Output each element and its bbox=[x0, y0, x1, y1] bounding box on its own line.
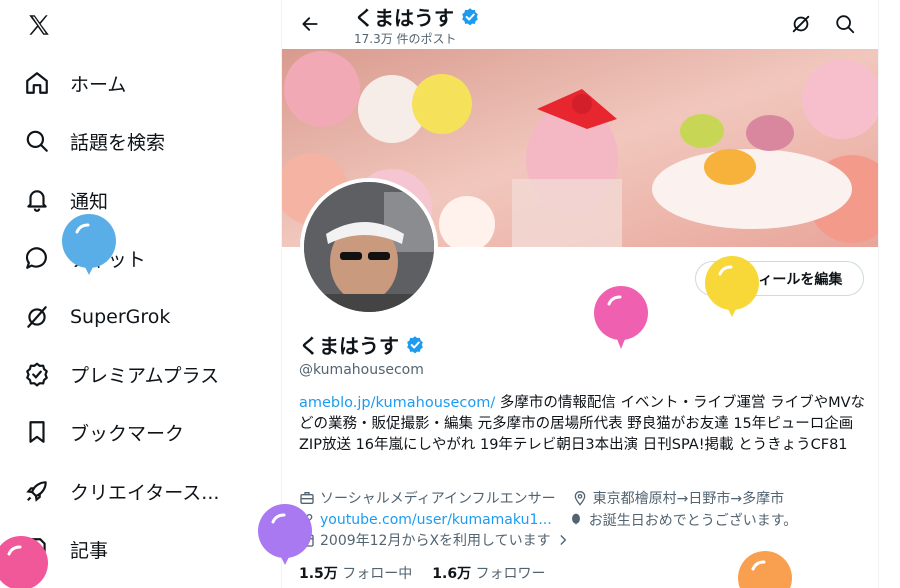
followers-label: フォロワー bbox=[475, 566, 546, 582]
follow-stats: 1.5万 フォロー中 1.6万 フォロワー bbox=[299, 563, 546, 583]
bookmark-icon bbox=[24, 419, 50, 445]
back-button[interactable] bbox=[296, 10, 324, 38]
profile-meta-row-2: youtube.com/user/kumamaku1... お誕生日おめでとうご… bbox=[299, 510, 813, 530]
bell-icon bbox=[24, 187, 50, 213]
arrow-left-icon bbox=[302, 17, 318, 31]
profile-meta-row-3[interactable]: 2009年12月からXを利用しています bbox=[299, 530, 586, 550]
search-button[interactable] bbox=[832, 11, 858, 37]
location-item: 東京都檜原村→日野市→多摩市 bbox=[572, 488, 784, 508]
nav-creator-studio-label: クリエイタース... bbox=[70, 481, 220, 504]
nav-explore-label: 話題を検索 bbox=[70, 131, 166, 154]
following-label: フォロー中 bbox=[342, 566, 413, 582]
website-item: youtube.com/user/kumamaku1... bbox=[299, 512, 552, 528]
followers-count: 1.6万 bbox=[432, 566, 472, 582]
header-name-text: くまはうす bbox=[354, 6, 454, 30]
birthday-balloon-yellow bbox=[705, 256, 759, 317]
followers-link[interactable]: 1.6万 フォロワー bbox=[432, 563, 545, 583]
verified-icon bbox=[24, 361, 50, 387]
nav-home-label: ホーム bbox=[70, 73, 127, 96]
nav-bookmarks[interactable]: ブックマーク bbox=[24, 415, 184, 449]
profile-name-text: くまはうす bbox=[299, 334, 399, 358]
grok-icon bbox=[792, 15, 810, 33]
birthday-balloon-purple bbox=[258, 504, 312, 565]
profile-meta-row-1: ソーシャルメディアインフルエンサー 東京都檜原村→日野市→多摩市 bbox=[299, 488, 800, 508]
location-pin-icon bbox=[574, 491, 585, 506]
sidebar: ホーム 話題を検索 通知 チャット SuperGrok プレミアムプラス bbox=[0, 0, 281, 588]
nav-home[interactable]: ホーム bbox=[24, 66, 126, 100]
nav-premium[interactable]: プレミアムプラス bbox=[24, 357, 219, 391]
chevron-right-icon bbox=[560, 535, 566, 545]
nav-notifications-label: 通知 bbox=[70, 190, 109, 213]
birthday-balloon-blue bbox=[62, 214, 116, 275]
verified-badge-icon[interactable] bbox=[405, 335, 425, 355]
birthday-balloon-orange bbox=[738, 551, 792, 588]
profile-bio: ameblo.jp/kumahousecom/ 多摩市の情報配信 イベント・ライ… bbox=[299, 393, 865, 456]
joined-item[interactable]: 2009年12月からXを利用しています bbox=[299, 530, 570, 550]
birthday-text: お誕生日おめでとうございます。 bbox=[588, 513, 798, 529]
rocket-icon bbox=[24, 478, 50, 504]
search-icon bbox=[24, 128, 50, 154]
search-icon bbox=[836, 15, 855, 34]
birthday-item: お誕生日おめでとうございます。 bbox=[568, 510, 798, 530]
nav-bookmarks-label: ブックマーク bbox=[70, 422, 185, 445]
nav-supergrok[interactable]: SuperGrok bbox=[24, 300, 170, 334]
chat-icon bbox=[24, 245, 50, 271]
birthday-balloon-pink-corner bbox=[0, 536, 48, 588]
home-icon bbox=[24, 70, 50, 96]
x-logo-icon[interactable] bbox=[26, 12, 52, 38]
website-link[interactable]: youtube.com/user/kumamaku1... bbox=[320, 512, 552, 528]
nav-articles-label: 記事 bbox=[70, 539, 109, 562]
category-item: ソーシャルメディアインフルエンサー bbox=[299, 488, 556, 508]
balloon-icon bbox=[571, 513, 580, 525]
nav-premium-label: プレミアムプラス bbox=[70, 364, 220, 387]
following-link[interactable]: 1.5万 フォロー中 bbox=[299, 563, 412, 583]
category-text: ソーシャルメディアインフルエンサー bbox=[320, 491, 556, 507]
profile-avatar[interactable] bbox=[300, 178, 438, 316]
nav-explore[interactable]: 話題を検索 bbox=[24, 124, 165, 158]
profile-handle: @kumahousecom bbox=[299, 362, 424, 378]
grok-button[interactable] bbox=[788, 11, 814, 37]
post-count: 17.3万 件のポスト bbox=[354, 32, 457, 46]
profile-column: くまはうす 17.3万 件のポスト プロフィールを編集 くまはうす @kumah… bbox=[281, 0, 879, 588]
profile-header: くまはうす 17.3万 件のポスト bbox=[282, 0, 878, 49]
nav-supergrok-label: SuperGrok bbox=[70, 306, 171, 328]
location-text: 東京都檜原村→日野市→多摩市 bbox=[592, 491, 785, 507]
header-display-name: くまはうす bbox=[354, 2, 480, 31]
nav-notifications[interactable]: 通知 bbox=[24, 183, 108, 217]
verified-badge-icon[interactable] bbox=[460, 7, 480, 27]
nav-creator-studio[interactable]: クリエイタース... bbox=[24, 474, 219, 508]
grok-icon bbox=[24, 304, 50, 330]
profile-display-name: くまはうす bbox=[299, 330, 425, 359]
birthday-balloon-pink bbox=[594, 286, 648, 349]
joined-text: 2009年12月からXを利用しています bbox=[320, 533, 551, 549]
bio-link[interactable]: ameblo.jp/kumahousecom/ bbox=[299, 395, 495, 411]
